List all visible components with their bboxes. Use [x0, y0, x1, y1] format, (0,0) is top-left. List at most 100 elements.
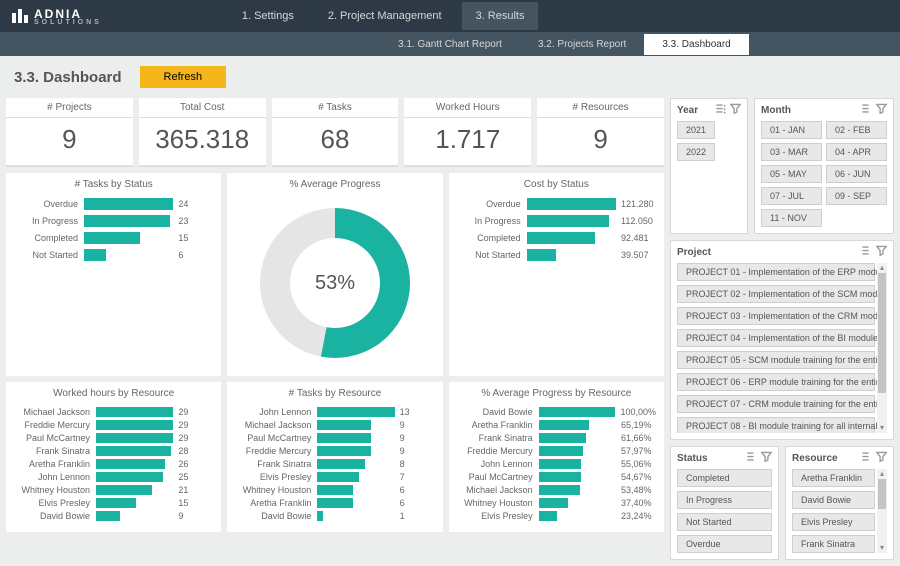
- slicer-option[interactable]: Aretha Franklin: [792, 469, 875, 487]
- kpi-hours: Worked Hours 1.717: [404, 98, 531, 167]
- slicer-option[interactable]: PROJECT 01 - Implementation of the ERP m…: [677, 263, 875, 281]
- bar-row: Frank Sinatra61,66%: [457, 433, 656, 443]
- multiselect-icon[interactable]: [861, 103, 872, 117]
- bar-value: 29: [173, 420, 213, 430]
- bar-category: Whitney Houston: [14, 485, 96, 495]
- nav-results[interactable]: 3. Results: [462, 2, 539, 30]
- bar-category: Overdue: [457, 199, 527, 209]
- clear-filter-icon[interactable]: [876, 103, 887, 117]
- multiselect-icon[interactable]: [861, 245, 872, 259]
- bar-row: Whitney Houston6: [235, 485, 434, 495]
- slicer-option[interactable]: 02 - FEB: [826, 121, 887, 139]
- clear-filter-icon[interactable]: [876, 245, 887, 259]
- slicer-option[interactable]: 2021: [677, 121, 715, 139]
- bar-value: 23,24%: [616, 511, 656, 521]
- bar-track: [539, 472, 616, 482]
- donut-chart: 53%: [260, 208, 410, 358]
- clear-filter-icon[interactable]: [876, 451, 887, 465]
- slicer-option[interactable]: 2022: [677, 143, 715, 161]
- bar-track: [539, 485, 616, 495]
- slicer-option[interactable]: PROJECT 02 - Implementation of the SCM m…: [677, 285, 875, 303]
- nav-project-management[interactable]: 2. Project Management: [314, 2, 456, 30]
- slicer-icons[interactable]: [746, 451, 772, 465]
- bar-fill: [96, 459, 165, 469]
- slicer-option[interactable]: 03 - MAR: [761, 143, 822, 161]
- slicer-project[interactable]: Project PROJECT 01 - Implementation of t…: [670, 240, 894, 440]
- slicer-option[interactable]: PROJECT 04 - Implementation of the BI mo…: [677, 329, 875, 347]
- bar-fill: [96, 485, 152, 495]
- multiselect-icon[interactable]: [715, 103, 726, 117]
- scrollbar[interactable]: ▴ ▾: [877, 263, 887, 433]
- kpi-label: Total Cost: [139, 102, 266, 118]
- bar-fill: [317, 420, 371, 430]
- scroll-up-icon[interactable]: ▴: [877, 469, 887, 479]
- bar-fill: [84, 198, 173, 210]
- slicer-option[interactable]: 04 - APR: [826, 143, 887, 161]
- slicer-option[interactable]: Overdue: [677, 535, 772, 553]
- slicer-title: Status: [677, 453, 708, 464]
- slicer-option[interactable]: 05 - MAY: [761, 165, 822, 183]
- multiselect-icon[interactable]: [746, 451, 757, 465]
- bar-row: John Lennon13: [235, 407, 434, 417]
- bar-row: Elvis Presley7: [235, 472, 434, 482]
- bar-track: [317, 511, 394, 521]
- slicer-option[interactable]: Completed: [677, 469, 772, 487]
- subnav-projects[interactable]: 3.2. Projects Report: [520, 34, 644, 55]
- clear-filter-icon[interactable]: [761, 451, 772, 465]
- bar-category: Paul McCartney: [14, 433, 96, 443]
- slicer-option[interactable]: PROJECT 07 - CRM module training for the…: [677, 395, 875, 413]
- scroll-up-icon[interactable]: ▴: [877, 263, 887, 273]
- slicer-resource[interactable]: Resource Aretha FranklinDavid BowieElvis…: [785, 446, 894, 560]
- clear-filter-icon[interactable]: [730, 103, 741, 117]
- bar-category: Elvis Presley: [457, 511, 539, 521]
- slicer-option[interactable]: PROJECT 05 - SCM module training for the…: [677, 351, 875, 369]
- refresh-button[interactable]: Refresh: [140, 66, 227, 88]
- bar-fill: [317, 446, 371, 456]
- scroll-thumb[interactable]: [878, 479, 886, 509]
- subnav-dashboard[interactable]: 3.3. Dashboard: [644, 34, 748, 55]
- bar-value: 15: [173, 233, 213, 243]
- slicer-option[interactable]: 07 - JUL: [761, 187, 822, 205]
- kpi-value: 365.318: [139, 124, 266, 155]
- bar-value: 37,40%: [616, 498, 656, 508]
- slicer-option[interactable]: Frank Sinatra: [792, 535, 875, 553]
- slicer-option[interactable]: 06 - JUN: [826, 165, 887, 183]
- nav-settings[interactable]: 1. Settings: [228, 2, 308, 30]
- slicer-option[interactable]: 09 - SEP: [826, 187, 887, 205]
- bar-track: [317, 407, 394, 417]
- slicer-option[interactable]: In Progress: [677, 491, 772, 509]
- scroll-down-icon[interactable]: ▾: [877, 423, 887, 433]
- slicer-option[interactable]: Not Started: [677, 513, 772, 531]
- bar-row: David Bowie9: [14, 511, 213, 521]
- bar-track: [527, 198, 616, 210]
- bar-category: Completed: [457, 233, 527, 243]
- slicer-option[interactable]: PROJECT 08 - BI module training for all …: [677, 417, 875, 433]
- bar-value: 26: [173, 459, 213, 469]
- slicer-option[interactable]: Elvis Presley: [792, 513, 875, 531]
- chart-title: % Average Progress: [235, 179, 434, 190]
- subnav-gantt[interactable]: 3.1. Gantt Chart Report: [380, 34, 520, 55]
- slicer-option[interactable]: 11 - NOV: [761, 209, 822, 227]
- bar-track: [539, 498, 616, 508]
- multiselect-icon[interactable]: [861, 451, 872, 465]
- bar-fill: [96, 446, 171, 456]
- slicer-option[interactable]: PROJECT 03 - Implementation of the CRM m…: [677, 307, 875, 325]
- bar-value: 65,19%: [616, 420, 656, 430]
- slicer-option[interactable]: David Bowie: [792, 491, 875, 509]
- scroll-thumb[interactable]: [878, 273, 886, 393]
- slicer-status[interactable]: Status Completed In Progress Not Started Ov…: [670, 446, 779, 560]
- slicer-option[interactable]: PROJECT 06 - ERP module training for the…: [677, 373, 875, 391]
- slicer-month[interactable]: Month 01 - JAN02 - FEB03 - MAR04 - APR05…: [754, 98, 894, 234]
- slicer-year[interactable]: Year 20212022: [670, 98, 748, 234]
- slicer-option[interactable]: 01 - JAN: [761, 121, 822, 139]
- bar-value: 23: [173, 216, 213, 226]
- slicer-icons[interactable]: [861, 245, 887, 259]
- bar-value: 121.280: [616, 199, 656, 209]
- slicer-icons[interactable]: [861, 103, 887, 117]
- scrollbar[interactable]: ▴ ▾: [877, 469, 887, 553]
- bar-row: Overdue24: [14, 198, 213, 210]
- slicer-icons[interactable]: [715, 103, 741, 117]
- slicer-icons[interactable]: [861, 451, 887, 465]
- bar-fill: [527, 215, 610, 227]
- bar-fill: [96, 511, 120, 521]
